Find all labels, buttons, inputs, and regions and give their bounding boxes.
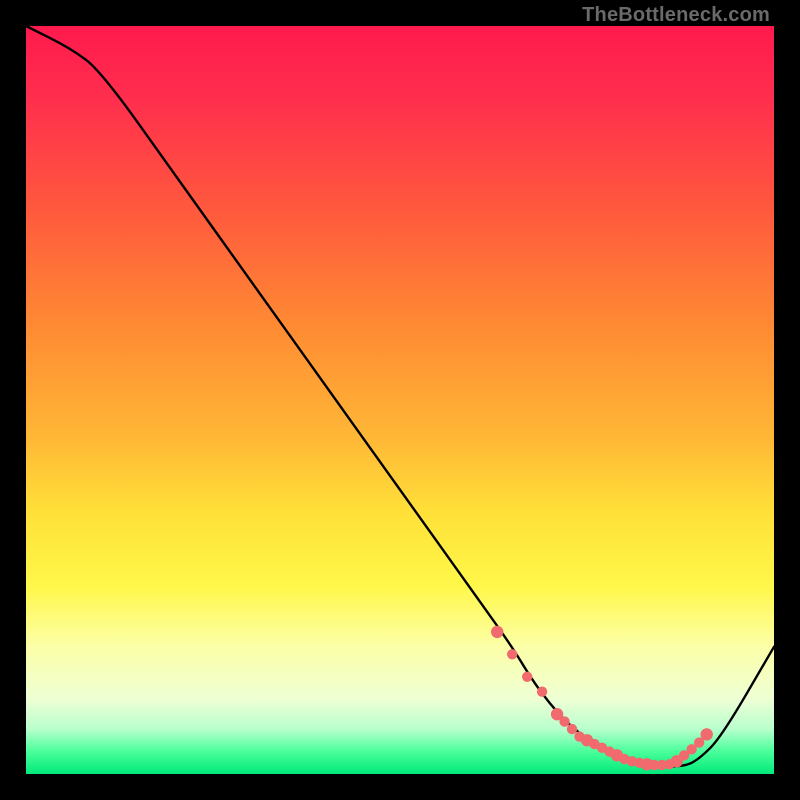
chart-marker (567, 724, 577, 734)
chart-marker (537, 687, 547, 697)
chart-markers (491, 626, 713, 771)
chart-plot-area (26, 26, 774, 774)
chart-stage: TheBottleneck.com (0, 0, 800, 800)
chart-curve (26, 26, 774, 767)
chart-svg (26, 26, 774, 774)
chart-marker (491, 626, 503, 638)
chart-marker (701, 728, 713, 740)
watermark-text: TheBottleneck.com (582, 4, 770, 27)
chart-marker (559, 716, 569, 726)
chart-marker (522, 672, 532, 682)
chart-marker (507, 649, 517, 659)
